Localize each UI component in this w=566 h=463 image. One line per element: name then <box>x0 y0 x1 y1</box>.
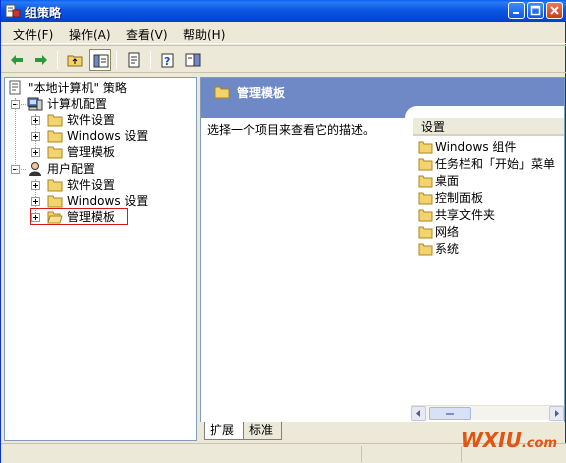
folder-icon <box>47 179 63 192</box>
folder-up-icon <box>67 55 83 67</box>
list-item-label: 桌面 <box>435 174 460 188</box>
folder-icon <box>47 195 63 208</box>
triangle-right-icon <box>555 410 559 417</box>
tree-item-label: 软件设置 <box>67 178 116 192</box>
horizontal-scrollbar[interactable] <box>411 405 564 421</box>
watermark-brand: WXIU <box>460 428 522 452</box>
toolbar-separator <box>57 51 58 69</box>
menu-view[interactable]: 查看(V) <box>126 26 168 43</box>
svg-text:?: ? <box>164 55 170 68</box>
folder-icon <box>418 141 433 154</box>
expand-toggle[interactable] <box>31 148 40 157</box>
tree-item-label: Windows 设置 <box>67 129 149 143</box>
expand-toggle[interactable] <box>31 132 40 141</box>
arrow-left-icon <box>11 55 23 65</box>
help-button[interactable]: ? <box>157 49 179 71</box>
group-policy-app-icon <box>5 4 21 18</box>
tree-item-label: 用户配置 <box>47 162 96 176</box>
folder-icon <box>418 158 433 171</box>
console-tree: "本地计算机" 策略 计算机配置 软件设置 Windows 设置 管理模板 用户… <box>4 77 197 441</box>
tree-connector <box>16 104 26 105</box>
menu-bar: 文件(F) 操作(A) 查看(V) 帮助(H) <box>1 22 566 44</box>
details-title: 管理模板 <box>237 86 286 100</box>
expand-toggle[interactable] <box>31 197 40 206</box>
close-button[interactable] <box>546 2 563 19</box>
close-icon <box>550 6 559 15</box>
tree-connector <box>15 98 16 172</box>
export-list-icon <box>128 52 140 68</box>
group-policy-window: 组策略 文件(F) 操作(A) 查看(V) 帮助(H) ? "本地计算机" 策略… <box>0 0 566 463</box>
user-icon <box>29 162 41 176</box>
list-item-label: 共享文件夹 <box>435 208 496 222</box>
arrow-right-icon <box>35 55 47 65</box>
scroll-right-button[interactable] <box>549 406 564 421</box>
list-item-label: 控制面板 <box>435 191 484 205</box>
show-hide-action-pane-button[interactable] <box>182 49 204 71</box>
tree-item-label: Windows 设置 <box>67 194 149 208</box>
window-title: 组策略 <box>25 6 62 20</box>
details-body: 选择一个项目来查看它的描述。 设置 Windows 组件 任务栏和「开始」菜单 … <box>201 106 564 421</box>
watermark-suffix: .com <box>521 436 557 451</box>
scroll-left-button[interactable] <box>411 406 426 421</box>
forward-button[interactable] <box>30 49 52 71</box>
folder-icon <box>47 114 63 127</box>
column-header-settings[interactable]: 设置 <box>413 118 564 136</box>
tree-item-label: "本地计算机" 策略 <box>28 81 127 95</box>
folder-icon <box>47 146 63 159</box>
action-pane-icon <box>185 53 201 67</box>
folder-icon <box>418 209 433 222</box>
details-header: 管理模板 <box>201 78 564 106</box>
folder-icon <box>47 130 63 143</box>
menu-help[interactable]: 帮助(H) <box>183 26 225 43</box>
list-item-label: 系统 <box>435 242 460 256</box>
tab-standard[interactable]: 标准 <box>244 422 282 440</box>
folder-icon <box>418 243 433 256</box>
console-tree-icon <box>93 54 109 68</box>
toolbar-separator <box>116 51 117 69</box>
status-panel-divider <box>361 446 362 462</box>
list-item-label: 任务栏和「开始」菜单 <box>435 157 556 171</box>
settings-list: 设置 Windows 组件 任务栏和「开始」菜单 桌面 控制面板 共享文件夹 网… <box>413 118 564 414</box>
list-item-label: 网络 <box>435 225 460 239</box>
computer-icon <box>27 97 43 111</box>
maximize-button[interactable] <box>527 2 544 19</box>
tree-item-label: 计算机配置 <box>47 97 108 111</box>
selection-highlight <box>30 208 128 225</box>
details-pane: 管理模板 选择一个项目来查看它的描述。 设置 Windows 组件 任务栏和「开… <box>200 77 565 441</box>
export-list-button[interactable] <box>123 49 145 71</box>
maximize-icon <box>530 5 541 16</box>
menu-action[interactable]: 操作(A) <box>69 26 111 43</box>
back-button[interactable] <box>6 49 28 71</box>
menu-file[interactable]: 文件(F) <box>13 26 53 43</box>
expand-toggle[interactable] <box>31 181 40 190</box>
up-level-button[interactable] <box>64 49 86 71</box>
list-item-label: Windows 组件 <box>435 140 517 154</box>
tab-extended[interactable]: 扩展 <box>204 422 244 440</box>
folder-icon <box>418 192 433 205</box>
policy-document-icon <box>9 80 21 95</box>
folder-icon <box>418 175 433 188</box>
description-text: 选择一个项目来查看它的描述。 <box>207 123 376 137</box>
folder-icon <box>214 86 230 99</box>
triangle-left-icon <box>416 410 420 417</box>
toolbar: ? <box>1 45 566 73</box>
show-hide-tree-button[interactable] <box>89 49 111 71</box>
scroll-thumb[interactable] <box>429 407 471 420</box>
minimize-icon <box>513 12 519 14</box>
expand-toggle[interactable] <box>31 116 40 125</box>
tree-connector <box>16 169 26 170</box>
tree-item-label: 软件设置 <box>67 113 116 127</box>
header-curve-cover <box>405 106 564 118</box>
toolbar-separator <box>150 51 151 69</box>
minimize-button[interactable] <box>508 2 525 19</box>
help-icon: ? <box>161 53 174 68</box>
site-watermark: WXIU.com <box>461 428 557 452</box>
title-bar[interactable]: 组策略 <box>1 0 566 22</box>
tree-item-label: 管理模板 <box>67 145 116 159</box>
folder-icon <box>418 226 433 239</box>
